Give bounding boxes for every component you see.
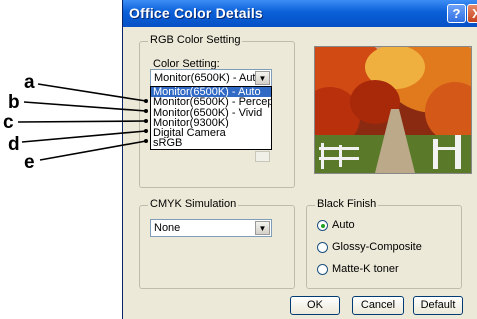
radio-glossy-composite[interactable] — [317, 242, 328, 253]
annotation-a: a — [24, 72, 35, 93]
radio-auto[interactable] — [317, 220, 328, 231]
preview-image — [314, 46, 472, 174]
dropdown-option-monitor-6500k-perceptual[interactable]: Monitor(6500K) - Perceptual — [151, 97, 271, 107]
color-setting-select[interactable]: Monitor(6500K) - Auto ▼ — [150, 69, 272, 87]
radio-glossy-composite-label[interactable]: Glossy-Composite — [332, 241, 422, 253]
dropdown-option-srgb[interactable]: sRGB — [151, 138, 271, 148]
black-finish-group-label: Black Finish — [315, 198, 379, 210]
cmyk-group-label: CMYK Simulation — [148, 198, 239, 210]
rgb-group-label: RGB Color Setting — [148, 34, 243, 46]
dropdown-option-monitor-6500k-vivid[interactable]: Monitor(6500K) - Vivid — [151, 108, 271, 118]
cmyk-simulation-select[interactable]: None ▼ — [150, 219, 272, 237]
default-button[interactable]: Default — [413, 296, 463, 315]
help-button[interactable]: ? — [447, 4, 466, 23]
annotation-c: c — [3, 112, 14, 133]
cancel-button[interactable]: Cancel — [352, 296, 404, 315]
color-setting-value: Monitor(6500K) - Auto — [154, 72, 262, 84]
radio-matte-k-toner[interactable] — [317, 264, 328, 275]
annotation-d: d — [8, 134, 20, 155]
radio-auto-label[interactable]: Auto — [332, 219, 355, 231]
title-bar[interactable]: Office Color Details ? X — [123, 0, 477, 27]
dropdown-option-digital-camera[interactable]: Digital Camera — [151, 128, 271, 138]
disabled-combo-arrow — [255, 151, 270, 162]
annotation-e: e — [24, 152, 35, 173]
dropdown-option-monitor-9300k[interactable]: Monitor(9300K) — [151, 118, 271, 128]
autumn-road-photo — [315, 47, 471, 173]
annotation-b: b — [8, 92, 20, 113]
color-setting-dropdown-list: Monitor(6500K) - Auto Monitor(6500K) - P… — [150, 86, 272, 150]
window-title: Office Color Details — [129, 5, 263, 21]
cmyk-simulation-group: CMYK Simulation — [139, 198, 295, 289]
radio-matte-k-toner-label[interactable]: Matte-K toner — [332, 263, 399, 275]
chevron-down-icon[interactable]: ▼ — [255, 221, 270, 235]
cmyk-simulation-value: None — [154, 222, 181, 234]
dropdown-option-monitor-6500k-auto[interactable]: Monitor(6500K) - Auto — [151, 87, 271, 98]
chevron-down-icon[interactable]: ▼ — [255, 71, 270, 85]
radio-selected-dot — [320, 223, 325, 228]
close-button[interactable]: X — [467, 4, 477, 23]
ok-button[interactable]: OK — [290, 296, 340, 315]
